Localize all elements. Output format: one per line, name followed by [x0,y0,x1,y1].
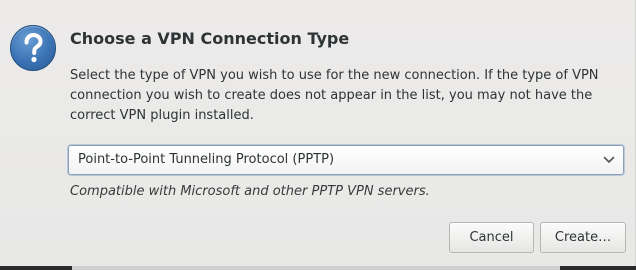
vpn-type-select[interactable]: Point-to-Point Tunneling Protocol (PPTP) [68,145,624,175]
background-window-edge [0,266,636,270]
vpn-type-dialog: Choose a VPN Connection Type Select the … [0,0,636,266]
vpn-type-hint: Compatible with Microsoft and other PPTP… [70,184,430,199]
cancel-button[interactable]: Cancel [449,222,534,253]
dialog-title: Choose a VPN Connection Type [70,29,350,48]
question-icon [10,25,56,71]
vpn-type-selected-value: Point-to-Point Tunneling Protocol (PPTP) [78,152,335,167]
background-window-segment [72,266,560,270]
create-button[interactable]: Create… [540,222,626,253]
chevron-down-icon [603,156,615,163]
dialog-description: Select the type of VPN you wish to use f… [70,68,599,123]
